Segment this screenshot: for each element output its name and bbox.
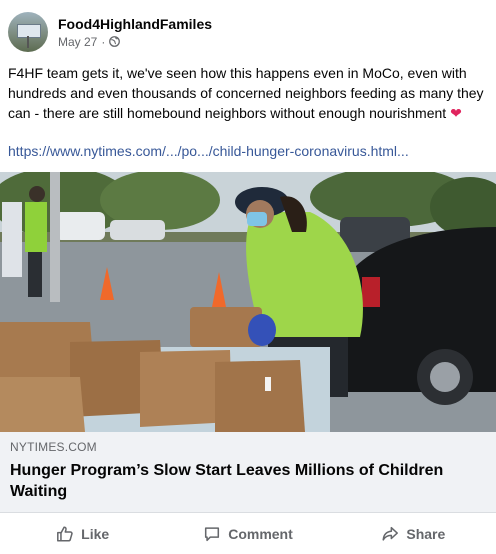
post-header: Food4HighlandFamiles May 27 ·: [8, 12, 212, 52]
thumbs-up-icon: [57, 525, 73, 542]
comment-label: Comment: [228, 525, 293, 542]
avatar-sign-shape: [17, 24, 41, 38]
article-link[interactable]: https://www.nytimes.com/.../po.../child-…: [8, 143, 409, 159]
post-meta: May 27 ·: [58, 35, 212, 49]
preview-headline[interactable]: Hunger Program’s Slow Start Leaves Milli…: [10, 460, 480, 502]
preview-source: NYTIMES.COM: [10, 440, 97, 454]
link-preview[interactable]: NYTIMES.COM Hunger Program’s Slow Start …: [0, 432, 496, 513]
like-button[interactable]: Like: [0, 513, 165, 554]
facebook-post: Food4HighlandFamiles May 27 · F4HF team …: [0, 0, 496, 554]
post-date[interactable]: May 27: [58, 35, 97, 49]
action-bar: Like Comment Share: [0, 513, 496, 554]
share-label: Share: [406, 525, 446, 542]
name-block: Food4HighlandFamiles May 27 ·: [58, 16, 212, 49]
article-photo: [0, 172, 496, 432]
page-avatar[interactable]: [8, 12, 48, 52]
comment-button[interactable]: Comment: [165, 513, 330, 554]
page-name[interactable]: Food4HighlandFamiles: [58, 16, 212, 32]
share-button[interactable]: Share: [331, 513, 496, 554]
heart-emoji: ❤: [450, 105, 462, 121]
meta-separator: ·: [101, 34, 106, 49]
article-image[interactable]: [0, 172, 496, 432]
globe-icon[interactable]: [109, 36, 121, 47]
post-text: F4HF team gets it, we've seen how this h…: [8, 63, 486, 123]
like-label: Like: [81, 525, 110, 542]
comment-icon: [205, 526, 220, 541]
post-text-content: F4HF team gets it, we've seen how this h…: [8, 65, 484, 121]
share-icon: [382, 526, 399, 541]
avatar-pole-shape: [27, 36, 29, 48]
